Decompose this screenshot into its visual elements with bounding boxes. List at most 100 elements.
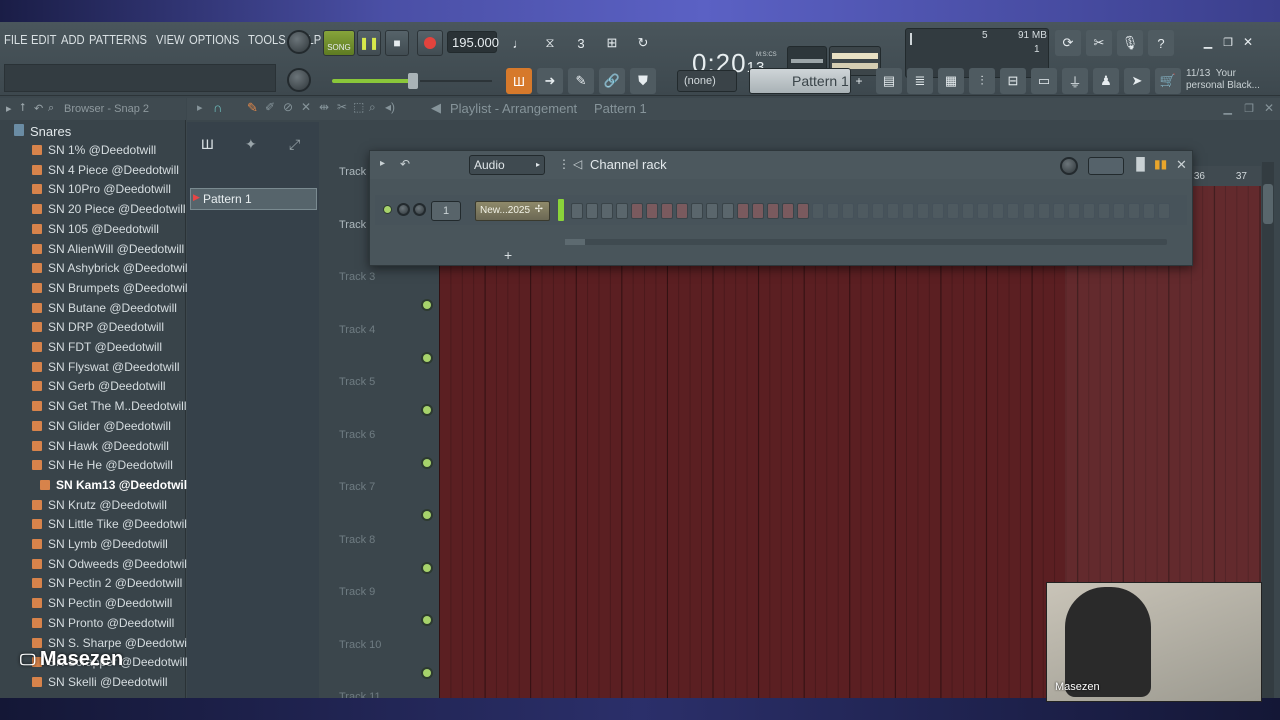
stop-button[interactable]: ■ (385, 30, 409, 56)
search-icon[interactable]: ⌕ (48, 102, 54, 115)
rack-scrollbar[interactable] (565, 239, 1167, 245)
magnet-icon[interactable]: ∩ (213, 100, 222, 115)
pattern-song-toggle[interactable]: SONG (323, 30, 355, 56)
step-button[interactable] (1022, 203, 1035, 219)
step-button[interactable] (977, 203, 990, 219)
browser-item[interactable]: SN Butane @Deedotwill (32, 301, 177, 315)
track-mute-led[interactable] (423, 668, 431, 677)
track-label[interactable]: Track 4 (339, 324, 375, 336)
maximize-button[interactable]: ❐ (1218, 32, 1238, 52)
browser-item[interactable]: SN He He @Deedotwill (32, 458, 173, 472)
browser-item[interactable]: SN Pectin 2 @Deedotwill (32, 576, 182, 590)
loop-record-button[interactable]: ↻ (630, 30, 656, 56)
pattern-item[interactable]: ▶ Pattern 1 (190, 188, 317, 210)
playlist-view-button[interactable]: ▤ (876, 68, 902, 94)
channel-select-indicator[interactable] (558, 199, 564, 221)
browser-button[interactable]: ⊟ (1000, 68, 1026, 94)
browser-item[interactable]: SN DRP @Deedotwill (32, 320, 164, 334)
close-playlist-icon[interactable]: ✕ (1264, 101, 1274, 115)
step-button[interactable] (917, 203, 930, 219)
step-edit-button[interactable]: ⊞ (599, 30, 625, 56)
track-mute-led[interactable] (423, 353, 431, 362)
countdown-button[interactable]: 3 (568, 30, 594, 56)
step-button[interactable] (586, 203, 599, 219)
master-volume-knob[interactable] (287, 30, 311, 54)
browser-item[interactable]: SN 20 Piece @Deedotwill (32, 202, 186, 216)
browser-item[interactable]: SN Hawk @Deedotwill (32, 439, 169, 453)
step-button[interactable] (962, 203, 975, 219)
drag-handle-icon[interactable]: ⋮ (558, 157, 570, 171)
step-button[interactable] (856, 203, 869, 219)
plugin-database-button[interactable]: ⏚ (1062, 68, 1088, 94)
browser-item[interactable]: SN Pronto @Deedotwill (32, 616, 174, 630)
step-button[interactable] (736, 203, 749, 219)
track-label[interactable]: Track 7 (339, 481, 375, 493)
step-button[interactable] (992, 203, 1005, 219)
mixer-button[interactable]: ⫶ (969, 68, 995, 94)
step-button[interactable] (691, 203, 704, 219)
step-button[interactable] (706, 203, 719, 219)
undo-history-button[interactable]: ⟳ (1055, 30, 1081, 56)
track-label[interactable]: Track 5 (339, 376, 375, 388)
step-button[interactable] (811, 203, 824, 219)
browser-item[interactable]: SN Flyswat @Deedotwill (32, 360, 180, 374)
audio-clip-icon[interactable]: ✦ (245, 136, 257, 153)
channel-mute-led[interactable] (383, 205, 392, 214)
track-mute-led[interactable] (423, 406, 431, 414)
step-button[interactable] (766, 203, 779, 219)
browser-item[interactable]: SN Get The M..Deedotwill (32, 399, 187, 413)
master-pitch-knob[interactable] (287, 68, 311, 92)
track-mute-led[interactable] (423, 458, 431, 467)
link-button[interactable]: 🔗 (599, 68, 625, 94)
automation-icon[interactable]: ⤢ (289, 136, 300, 153)
delete-tool-icon[interactable]: ⊘ (283, 100, 293, 114)
pencil-tool-icon[interactable]: ✎ (247, 100, 258, 116)
menu-file[interactable]: FILE (4, 32, 28, 47)
step-sequencer-icon[interactable]: ▮▮ (1154, 157, 1167, 171)
browser-item[interactable]: SN Skelli @Deedotwill (32, 675, 168, 689)
step-button[interactable] (1127, 203, 1140, 219)
rack-menu-arrow-icon[interactable]: ▸ (380, 158, 385, 169)
menu-options[interactable]: OPTIONS (189, 32, 239, 47)
channel-rack-button[interactable]: ▦ (938, 68, 964, 94)
paint-tool-icon[interactable]: ✐ (265, 100, 275, 114)
step-button[interactable] (887, 203, 900, 219)
step-button[interactable] (646, 203, 659, 219)
menu-edit[interactable]: EDIT (31, 32, 56, 47)
master-volume-slider[interactable] (332, 79, 412, 83)
step-button[interactable] (676, 203, 689, 219)
wait-for-input-button[interactable]: ⧖ (537, 30, 563, 56)
track-label[interactable]: Track 8 (339, 534, 375, 546)
playback-tool-icon[interactable]: ◂) (385, 100, 395, 114)
browser-item[interactable]: SN 4 Piece @Deedotwill (32, 163, 179, 177)
step-button[interactable] (1007, 203, 1020, 219)
step-button[interactable] (932, 203, 945, 219)
step-button[interactable] (1052, 203, 1065, 219)
channel-volume-knob[interactable] (413, 203, 426, 216)
menu-add[interactable]: ADD (61, 32, 85, 47)
graph-editor-toggle[interactable] (1088, 157, 1124, 175)
zoom-tool-icon[interactable]: ⌕ (369, 100, 376, 115)
step-button[interactable] (1067, 203, 1080, 219)
send-button[interactable]: ➤ (1124, 68, 1150, 94)
up-arrow-icon[interactable]: ⭡ (20, 102, 25, 115)
add-channel-button[interactable]: + (504, 247, 512, 263)
minimize-button[interactable]: ▁ (1198, 32, 1218, 52)
step-button[interactable] (631, 203, 644, 219)
folder-snares[interactable]: Snares (30, 124, 71, 139)
piano-roll-button[interactable]: ≣ (907, 68, 933, 94)
track-mute-led[interactable] (423, 301, 431, 309)
track-mute-led[interactable] (423, 511, 431, 519)
channel-mixer-track[interactable]: 1 (431, 201, 461, 221)
step-button[interactable] (841, 203, 854, 219)
browser-item[interactable]: SN Glider @Deedotwill (32, 419, 171, 433)
pattern-selector[interactable]: Pattern 1 (749, 68, 851, 94)
news-panel[interactable]: 11/13 Your personal Black... (1186, 68, 1274, 94)
swing-knob[interactable] (1060, 157, 1078, 175)
track-label[interactable]: Track (339, 166, 366, 178)
close-window-button[interactable]: ✕ (1238, 32, 1258, 52)
browser-item[interactable]: SN Krutz @Deedotwill (32, 498, 167, 512)
browser-item[interactable]: SN Brumpets @Deedotwill (32, 281, 190, 295)
browser-item[interactable]: SN Ashybrick @Deedotwill (32, 261, 190, 275)
browser-item[interactable]: SN Lymb @Deedotwill (32, 537, 168, 551)
